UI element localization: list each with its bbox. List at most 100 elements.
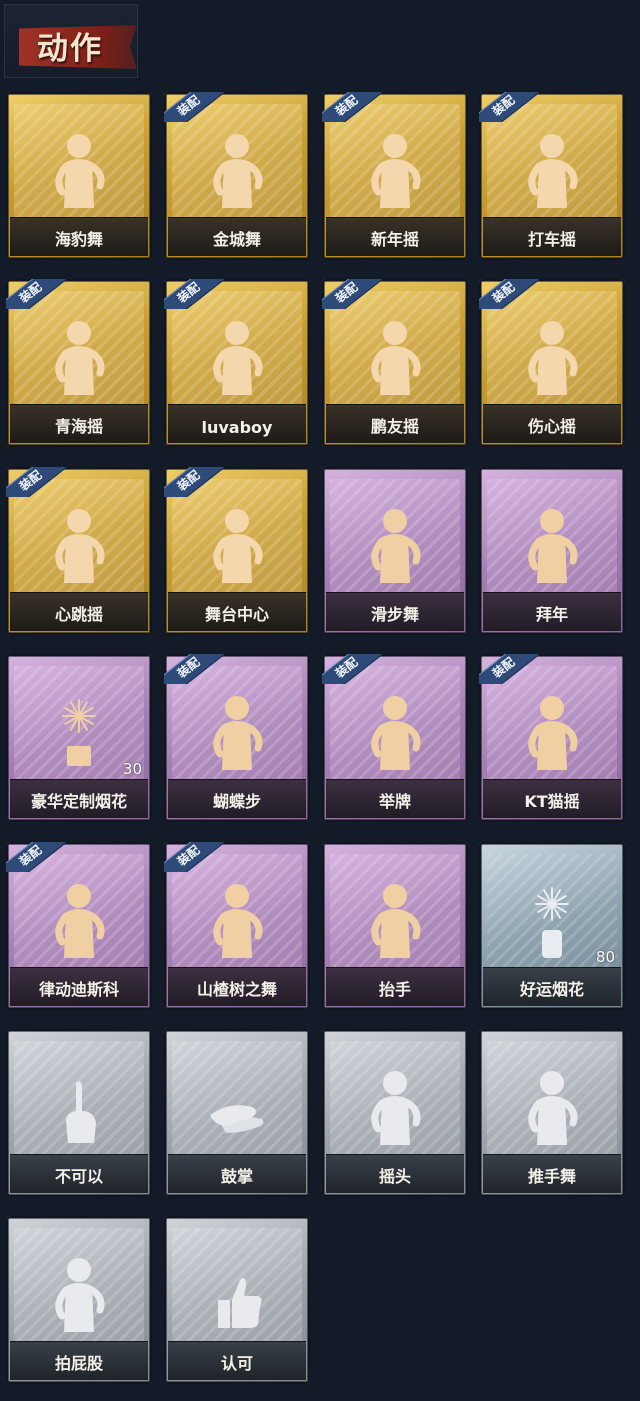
- figure-slide-icon: [358, 501, 432, 591]
- action-card[interactable]: 抬手: [322, 842, 468, 1010]
- action-card[interactable]: 装配金城舞: [164, 92, 310, 260]
- action-card[interactable]: 80 好运烟花: [479, 842, 625, 1010]
- thumbs-up-icon: [200, 1250, 274, 1340]
- action-name: 蝴蝶步: [212, 792, 261, 811]
- action-card[interactable]: 鼓掌: [164, 1029, 310, 1197]
- action-name: 认可: [220, 1354, 253, 1373]
- action-card[interactable]: 装配鹏友摇: [322, 279, 468, 447]
- equipped-badge: 装配: [479, 654, 539, 684]
- action-name: 舞台中心: [204, 605, 269, 624]
- action-name: 鹏友摇: [370, 417, 419, 436]
- figure-music-icon: [515, 688, 589, 778]
- equipped-badge-label: 装配: [489, 92, 518, 119]
- action-name: 律动迪斯科: [38, 980, 119, 999]
- action-card[interactable]: 拍屁股: [6, 1216, 152, 1384]
- equipped-badge-label: 装配: [174, 279, 203, 306]
- action-name: 举牌: [378, 792, 411, 811]
- figure-slap-icon: [42, 1250, 116, 1340]
- action-card[interactable]: 认可: [164, 1216, 310, 1384]
- action-card[interactable]: 不可以: [6, 1029, 152, 1197]
- finger-wag-icon: [42, 1063, 116, 1153]
- equipped-badge-label: 装配: [174, 92, 203, 119]
- action-name: 心跳摇: [54, 605, 103, 624]
- action-card[interactable]: 装配新年摇: [322, 92, 468, 260]
- equipped-badge-label: 装配: [489, 654, 518, 681]
- figure-sign-icon: [358, 688, 432, 778]
- action-name: 摇头: [378, 1167, 411, 1186]
- action-name: 山楂树之舞: [196, 980, 277, 999]
- equipped-badge-label: 装配: [489, 279, 518, 306]
- figure-pose-icon: [200, 501, 274, 591]
- action-name: 好运烟花: [519, 980, 584, 999]
- equipped-badge-label: 装配: [174, 467, 203, 494]
- equipped-badge: 装配: [164, 279, 224, 309]
- fireworks-box-icon: [42, 688, 116, 778]
- figure-push-icon: [515, 1063, 589, 1153]
- action-card[interactable]: 装配 KT猫摇: [479, 654, 625, 822]
- action-name: 海豹舞: [54, 230, 103, 249]
- figure-dance-icon: [42, 126, 116, 216]
- figure-point-icon: [515, 126, 589, 216]
- action-card[interactable]: 装配心跳摇: [6, 467, 152, 635]
- equipped-badge-label: 装配: [332, 92, 361, 119]
- action-card[interactable]: 海豹舞: [6, 92, 152, 260]
- action-name: 拍屁股: [54, 1354, 103, 1373]
- action-card[interactable]: 装配举牌: [322, 654, 468, 822]
- action-card[interactable]: 装配律动迪斯科: [6, 842, 152, 1010]
- action-card[interactable]: 装配舞台中心: [164, 467, 310, 635]
- item-count: 80: [595, 948, 615, 966]
- action-card[interactable]: 装配 伤心摇: [479, 279, 625, 447]
- equipped-badge: 装配: [164, 842, 224, 872]
- action-card[interactable]: 装配山楂树之舞: [164, 842, 310, 1010]
- equipped-badge: 装配: [322, 654, 382, 684]
- equipped-badge-label: 装配: [174, 654, 203, 681]
- equipped-badge: 装配: [164, 92, 224, 122]
- figure-lift-hand-icon: [358, 876, 432, 966]
- figure-disco-icon: [42, 876, 116, 966]
- action-name: 打车摇: [527, 230, 576, 249]
- figure-shake-icon: [42, 313, 116, 403]
- equipped-badge-label: 装配: [174, 842, 203, 869]
- equipped-badge: 装配: [322, 279, 382, 309]
- equipped-badge: 装配: [6, 279, 66, 309]
- figure-cross-icon: [358, 313, 432, 403]
- fireworks-can-icon: [515, 876, 589, 966]
- clap-hands-icon: [200, 1063, 274, 1153]
- action-card[interactable]: 摇头: [322, 1029, 468, 1197]
- action-name: 豪华定制烟花: [30, 792, 127, 811]
- action-card[interactable]: 滑步舞: [322, 467, 468, 635]
- equipped-badge: 装配: [479, 279, 539, 309]
- action-card[interactable]: 30 豪华定制烟花: [6, 654, 152, 822]
- equipped-badge: 装配: [6, 467, 66, 497]
- figure-bow-icon: [515, 501, 589, 591]
- action-name: 鼓掌: [220, 1167, 253, 1186]
- action-name: 拜年: [535, 605, 568, 624]
- section-header: 动作: [4, 4, 138, 78]
- equipped-badge-label: 装配: [16, 842, 45, 869]
- action-name: 金城舞: [212, 230, 261, 249]
- figure-arm-icon: [200, 313, 274, 403]
- action-name: 抬手: [378, 980, 411, 999]
- figure-raise-icon: [200, 876, 274, 966]
- action-name: luvaboy: [201, 418, 273, 437]
- figure-reach-icon: [42, 501, 116, 591]
- equipped-badge-label: 装配: [16, 279, 45, 306]
- section-title: 动作: [37, 31, 103, 67]
- equipped-badge: 装配: [164, 654, 224, 684]
- action-name: 不可以: [54, 1167, 103, 1186]
- item-count: 30: [122, 760, 142, 778]
- figure-head-shake-icon: [358, 1063, 432, 1153]
- action-card[interactable]: 装配打车摇: [479, 92, 625, 260]
- equipped-badge: 装配: [164, 467, 224, 497]
- action-card[interactable]: 装配 luvaboy: [164, 279, 310, 447]
- figure-wave-icon: [200, 126, 274, 216]
- action-card[interactable]: 拜年: [479, 467, 625, 635]
- figure-arm-out-icon: [200, 688, 274, 778]
- action-card[interactable]: 装配 青海摇: [6, 279, 152, 447]
- action-name: 新年摇: [370, 230, 419, 249]
- figure-clap-icon: [358, 126, 432, 216]
- equipped-badge: 装配: [322, 92, 382, 122]
- action-card[interactable]: 推手舞: [479, 1029, 625, 1197]
- equipped-badge: 装配: [6, 842, 66, 872]
- action-card[interactable]: 装配蝴蝶步: [164, 654, 310, 822]
